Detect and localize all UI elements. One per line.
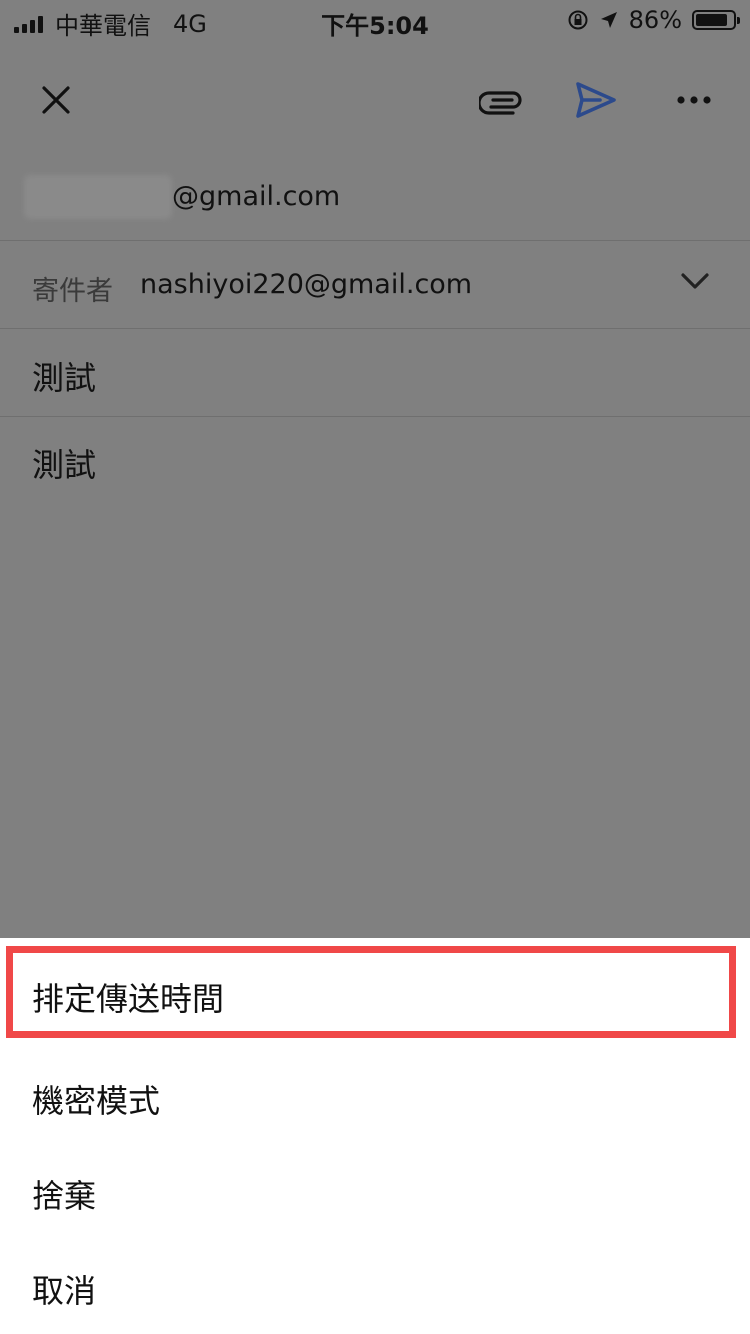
signal-icon [14, 15, 43, 33]
to-field[interactable]: @gmail.com [0, 153, 750, 241]
attach-icon[interactable] [474, 72, 530, 128]
orientation-lock-icon [568, 10, 588, 30]
body-text[interactable]: 測試 [32, 440, 96, 486]
carrier-name: 中華電信 [55, 12, 151, 40]
confidential-mode-option[interactable]: 機密模式 [0, 1048, 750, 1144]
close-icon[interactable] [28, 72, 84, 128]
subject-field[interactable]: 測試 [0, 329, 750, 417]
battery-percent: 86% [628, 6, 682, 34]
from-field[interactable]: 寄件者 nashiyoi220@gmail.com [0, 241, 750, 329]
discard-option[interactable]: 捨棄 [0, 1143, 750, 1239]
from-label: 寄件者 [32, 276, 113, 307]
battery-icon [692, 10, 740, 30]
schedule-send-option[interactable]: 排定傳送時間 [0, 946, 750, 1042]
send-icon[interactable] [568, 72, 624, 128]
action-sheet: 排定傳送時間 機密模式 捨棄 取消 [0, 938, 750, 1334]
subject-value: 測試 [32, 359, 97, 397]
cancel-option[interactable]: 取消 [0, 1238, 750, 1334]
redacted-recipient [24, 175, 172, 219]
more-icon[interactable] [666, 72, 722, 128]
from-value: nashiyoi220@gmail.com [140, 269, 473, 300]
discard-label: 捨棄 [32, 1177, 97, 1215]
location-arrow-icon [600, 12, 617, 28]
compose-toolbar [0, 52, 750, 142]
schedule-send-label: 排定傳送時間 [32, 980, 225, 1018]
status-right: 86% [567, 6, 740, 34]
status-bar: 中華電信 4G 下午5:04 86% [0, 0, 750, 40]
chevron-down-icon[interactable] [680, 271, 710, 291]
confidential-mode-label: 機密模式 [32, 1082, 161, 1120]
battery-fill [696, 14, 727, 26]
to-value: @gmail.com [172, 181, 341, 212]
network-type: 4G [173, 9, 207, 38]
cancel-label: 取消 [32, 1272, 97, 1310]
status-left: 中華電信 4G [14, 6, 207, 41]
